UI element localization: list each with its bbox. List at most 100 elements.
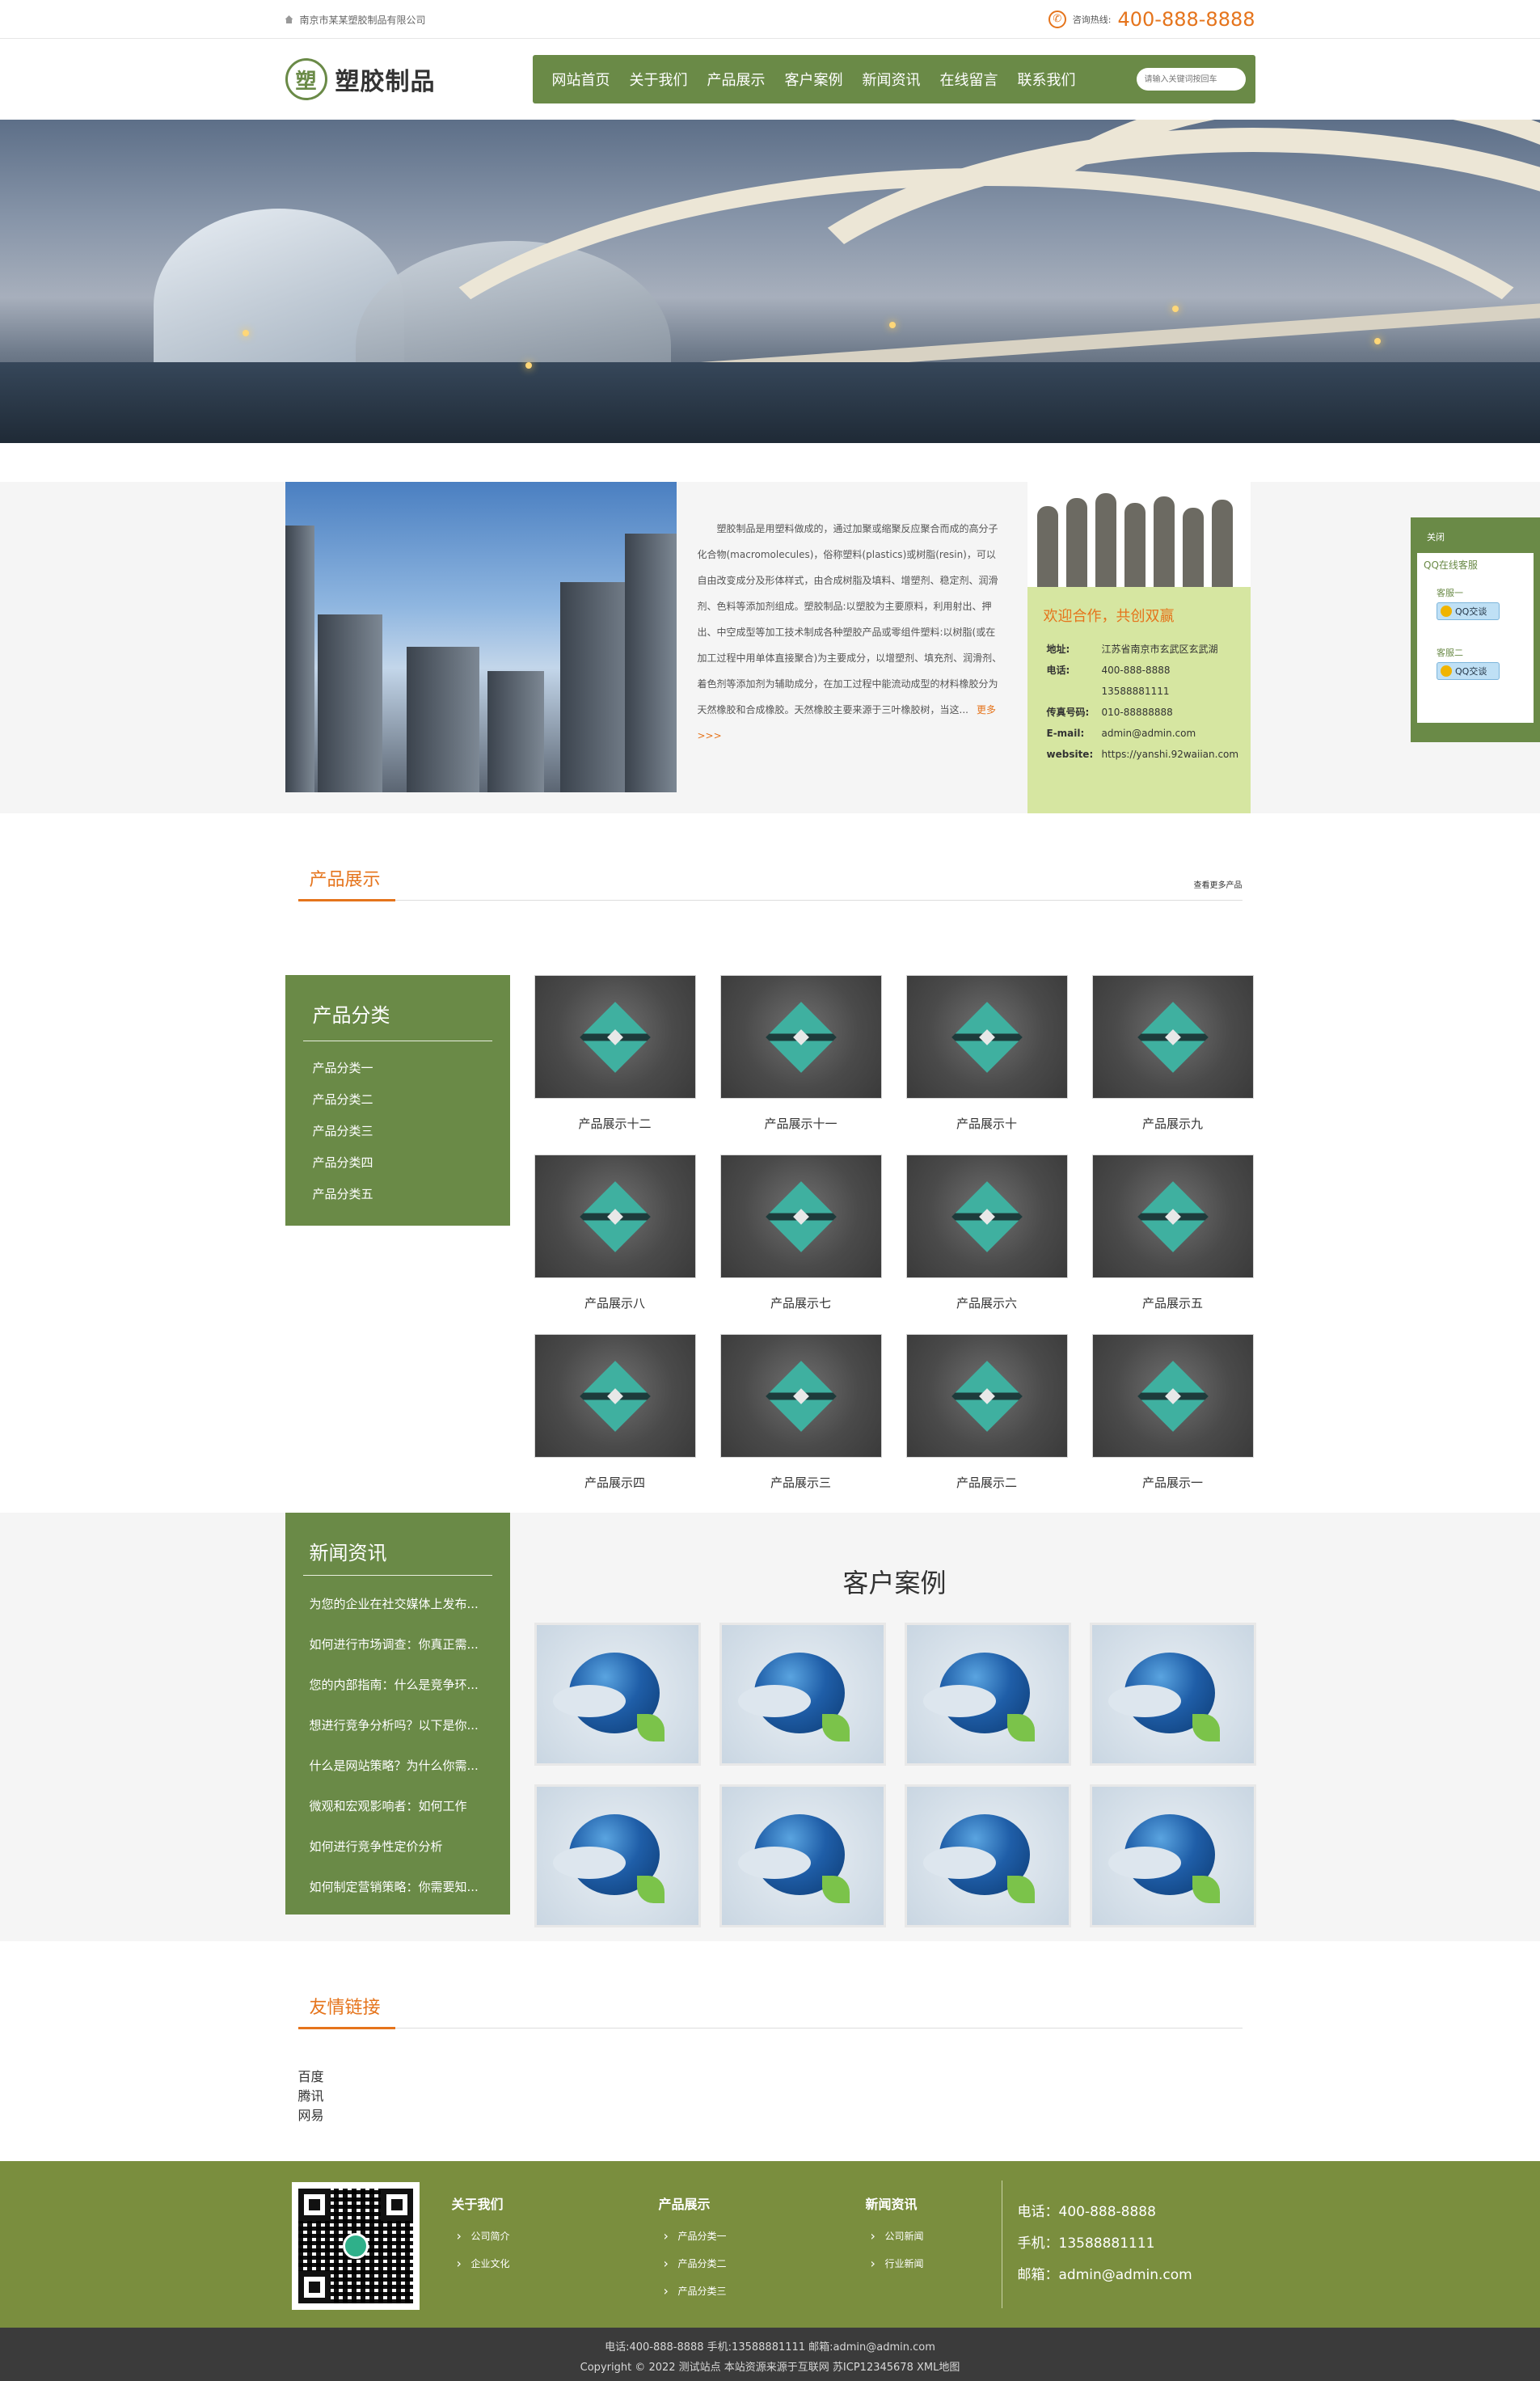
product-image[interactable] bbox=[905, 1334, 1068, 1458]
footer-col-title[interactable]: 关于我们 bbox=[452, 2193, 510, 2213]
product-card[interactable]: 产品展示一 bbox=[1091, 1334, 1254, 1512]
banner-light bbox=[243, 330, 249, 336]
qq-close-button[interactable]: 关闭 bbox=[1417, 524, 1534, 553]
footer-col-title[interactable]: 产品展示 bbox=[659, 2193, 727, 2213]
friend-link[interactable]: 百度 bbox=[298, 2067, 1255, 2087]
case-image[interactable] bbox=[534, 1784, 701, 1927]
friend-link[interactable]: 网易 bbox=[298, 2106, 1255, 2126]
product-name[interactable]: 产品展示十二 bbox=[534, 1115, 696, 1132]
product-image[interactable] bbox=[905, 1155, 1068, 1278]
footer-link[interactable]: 产品分类一 bbox=[659, 2223, 727, 2250]
contact-key: 传真号码: bbox=[1046, 707, 1090, 718]
case-image[interactable] bbox=[1089, 1784, 1256, 1927]
nav-contact[interactable]: 联系我们 bbox=[1008, 69, 1086, 90]
news-item[interactable]: 如何制定营销策略：你需要知... bbox=[310, 1867, 492, 1907]
news-item[interactable]: 想进行竞争分析吗？以下是你... bbox=[310, 1705, 492, 1746]
section-title: 产品展示 bbox=[309, 870, 381, 890]
product-name[interactable]: 产品展示六 bbox=[906, 1294, 1068, 1311]
qq-chat-button[interactable]: QQ交谈 bbox=[1437, 602, 1500, 620]
logo[interactable]: 塑 塑胶制品 bbox=[285, 58, 436, 100]
more-products-link[interactable]: 查看更多产品 bbox=[1194, 878, 1243, 890]
product-card[interactable]: 产品展示三 bbox=[719, 1334, 882, 1512]
category-item[interactable]: 产品分类一 bbox=[313, 1053, 492, 1084]
case-image[interactable] bbox=[719, 1784, 886, 1927]
hotline-label: 咨询热线: bbox=[1072, 15, 1112, 25]
news-item[interactable]: 如何进行竞争性定价分析 bbox=[310, 1826, 492, 1867]
news-item[interactable]: 什么是网站策略？为什么你需... bbox=[310, 1746, 492, 1786]
footer-link[interactable]: 行业新闻 bbox=[866, 2250, 924, 2278]
footer-link[interactable]: 公司简介 bbox=[452, 2223, 510, 2250]
product-card[interactable]: 产品展示二 bbox=[905, 1334, 1068, 1512]
cases-grid bbox=[534, 1623, 1256, 1927]
category-item[interactable]: 产品分类二 bbox=[313, 1084, 492, 1116]
contact-website[interactable]: https://yanshi.92waiian.com bbox=[1102, 745, 1239, 766]
search-input[interactable] bbox=[1136, 68, 1246, 91]
product-card[interactable]: 产品展示八 bbox=[534, 1155, 696, 1332]
news-item[interactable]: 您的内部指南：什么是竞争环... bbox=[310, 1665, 492, 1705]
footer-link[interactable]: 公司新闻 bbox=[866, 2223, 924, 2250]
case-image[interactable] bbox=[719, 1623, 886, 1766]
product-image[interactable] bbox=[1091, 975, 1254, 1099]
category-item[interactable]: 产品分类四 bbox=[313, 1147, 492, 1179]
product-name[interactable]: 产品展示十一 bbox=[720, 1115, 882, 1132]
product-name[interactable]: 产品展示四 bbox=[534, 1474, 696, 1491]
product-card[interactable]: 产品展示九 bbox=[1091, 975, 1254, 1153]
product-card[interactable]: 产品展示十一 bbox=[719, 975, 882, 1153]
qq-chat-label: QQ交谈 bbox=[1455, 606, 1487, 617]
hotline-number: 400-888-8888 bbox=[1117, 8, 1255, 31]
product-card[interactable]: 产品展示十 bbox=[905, 975, 1068, 1153]
product-image[interactable] bbox=[719, 975, 882, 1099]
product-name[interactable]: 产品展示七 bbox=[720, 1294, 882, 1311]
news-item[interactable]: 如何进行市场调查：你真正需... bbox=[310, 1624, 492, 1665]
case-image[interactable] bbox=[904, 1784, 1071, 1927]
main-nav: 网站首页 关于我们 产品展示 客户案例 新闻资讯 在线留言 联系我们 bbox=[532, 55, 1255, 103]
product-name[interactable]: 产品展示一 bbox=[1092, 1474, 1254, 1491]
friend-link[interactable]: 腾讯 bbox=[298, 2087, 1255, 2106]
news-item[interactable]: 微观和宏观影响者：如何工作 bbox=[310, 1786, 492, 1826]
product-image[interactable] bbox=[1091, 1155, 1254, 1278]
nav-message[interactable]: 在线留言 bbox=[930, 69, 1008, 90]
about-text: 塑胶制品是用塑料做成的，通过加聚或缩聚反应聚合而成的高分子化合物(macromo… bbox=[698, 516, 1005, 749]
product-image[interactable] bbox=[1091, 1334, 1254, 1458]
product-name[interactable]: 产品展示九 bbox=[1092, 1115, 1254, 1132]
product-card[interactable]: 产品展示五 bbox=[1091, 1155, 1254, 1332]
product-card[interactable]: 产品展示十二 bbox=[534, 975, 696, 1153]
case-image[interactable] bbox=[1089, 1623, 1256, 1766]
qq-chat-button[interactable]: QQ交谈 bbox=[1437, 662, 1500, 680]
product-image[interactable] bbox=[719, 1334, 882, 1458]
copyright-text[interactable]: Copyright © 2022 测试站点 本站资源来源于互联网 苏ICP123… bbox=[0, 2358, 1540, 2378]
qq-chat-label: QQ交谈 bbox=[1455, 666, 1487, 677]
product-image[interactable] bbox=[905, 975, 1068, 1099]
contact-email: admin@admin.com bbox=[1101, 728, 1196, 739]
footer-link[interactable]: 产品分类三 bbox=[659, 2278, 727, 2305]
product-card[interactable]: 产品展示七 bbox=[719, 1155, 882, 1332]
news-item[interactable]: 为您的企业在社交媒体上发布... bbox=[310, 1584, 492, 1624]
category-item[interactable]: 产品分类三 bbox=[313, 1116, 492, 1147]
case-image[interactable] bbox=[534, 1623, 701, 1766]
product-card[interactable]: 产品展示四 bbox=[534, 1334, 696, 1512]
product-image[interactable] bbox=[534, 1155, 696, 1278]
nav-home[interactable]: 网站首页 bbox=[542, 69, 620, 90]
product-name[interactable]: 产品展示八 bbox=[534, 1294, 696, 1311]
nav-news[interactable]: 新闻资讯 bbox=[853, 69, 930, 90]
product-image[interactable] bbox=[534, 1334, 696, 1458]
product-name[interactable]: 产品展示二 bbox=[906, 1474, 1068, 1491]
category-item[interactable]: 产品分类五 bbox=[313, 1179, 492, 1210]
product-card[interactable]: 产品展示六 bbox=[905, 1155, 1068, 1332]
case-image[interactable] bbox=[904, 1623, 1071, 1766]
product-image[interactable] bbox=[719, 1155, 882, 1278]
product-name[interactable]: 产品展示三 bbox=[720, 1474, 882, 1491]
nav-products[interactable]: 产品展示 bbox=[698, 69, 775, 90]
footer-link[interactable]: 企业文化 bbox=[452, 2250, 510, 2278]
nav-cases[interactable]: 客户案例 bbox=[775, 69, 853, 90]
about-paragraph: 塑胶制品是用塑料做成的，通过加聚或缩聚反应聚合而成的高分子化合物(macromo… bbox=[697, 523, 1002, 716]
product-name[interactable]: 产品展示十 bbox=[906, 1115, 1068, 1132]
nav-about[interactable]: 关于我们 bbox=[620, 69, 698, 90]
home-icon[interactable] bbox=[285, 15, 293, 23]
footer-col-products: 产品展示 产品分类一 产品分类二 产品分类三 bbox=[659, 2193, 727, 2305]
contact-key: 电话: bbox=[1046, 665, 1070, 676]
footer-col-title[interactable]: 新闻资讯 bbox=[866, 2193, 924, 2213]
footer-link[interactable]: 产品分类二 bbox=[659, 2250, 727, 2278]
product-name[interactable]: 产品展示五 bbox=[1092, 1294, 1254, 1311]
product-image[interactable] bbox=[534, 975, 696, 1099]
